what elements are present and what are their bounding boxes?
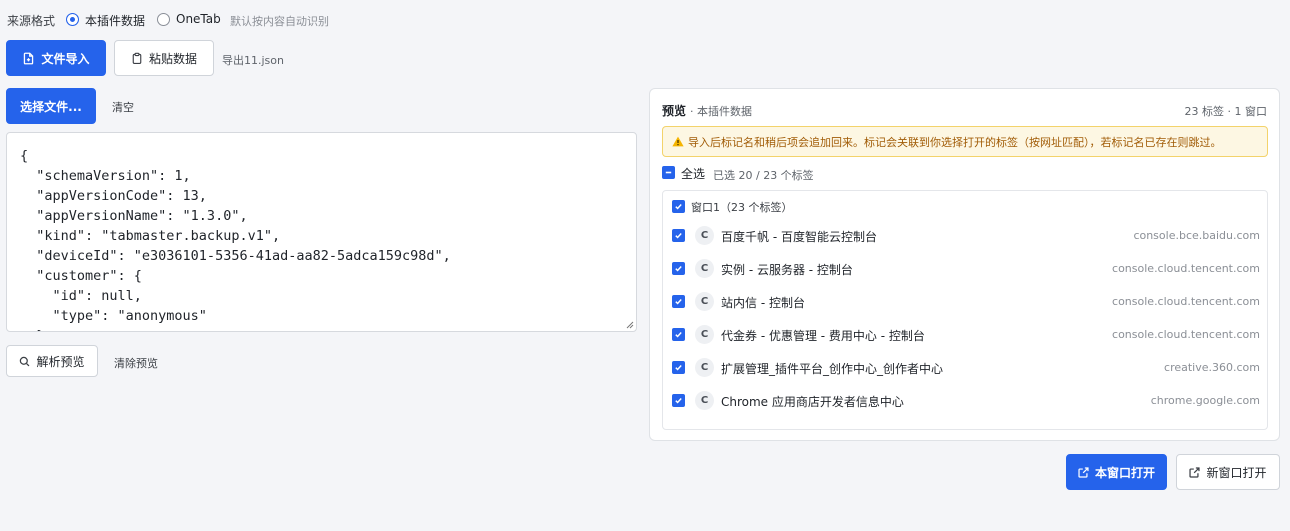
tab-domain: console.cloud.tencent.com <box>1112 328 1260 341</box>
tab-domain: console.cloud.tencent.com <box>1112 262 1260 275</box>
clear-button[interactable]: 清空 <box>112 99 134 115</box>
tab-checkbox[interactable] <box>672 229 685 242</box>
source-format-label: 来源格式 <box>7 14 56 28</box>
resize-grip-icon[interactable] <box>626 321 634 329</box>
tab-row[interactable]: C 代金券 - 优惠管理 - 费用中心 - 控制台 console.cloud.te… <box>663 318 1267 351</box>
tab-row[interactable]: C 百度千帆 - 百度智能云控制台 console.bce.baidu.com <box>663 219 1267 252</box>
open-in-new-window-button[interactable]: 新窗口打开 <box>1176 454 1280 490</box>
source-format-hint: 默认按内容自动识别 <box>230 15 329 28</box>
selected-count: 已选 20 / 23 个标签 <box>713 169 814 182</box>
favicon-icon: C <box>695 358 714 377</box>
file-import-label: 文件导入 <box>41 51 90 66</box>
favicon-icon: C <box>695 226 714 245</box>
preview-title: 预览 <box>662 104 687 118</box>
external-link-icon <box>1078 466 1089 478</box>
radio-plugin-data[interactable] <box>66 13 79 26</box>
favicon-icon: C <box>695 391 714 410</box>
clear-preview-button[interactable]: 清除预览 <box>114 355 158 371</box>
window-label: 窗口1（23 个标签） <box>691 201 793 214</box>
check-icon <box>675 266 682 272</box>
parse-preview-label: 解析预览 <box>36 354 85 369</box>
favicon-icon: C <box>695 259 714 278</box>
paste-data-button[interactable]: 粘贴数据 <box>114 40 214 76</box>
preview-panel: 预览 · 本插件数据 23 标签 · 1 窗口 导入后标记名和稍后项会追加回来。… <box>649 88 1280 441</box>
choose-file-button[interactable]: 选择文件... <box>6 88 96 124</box>
preview-counts: 23 标签 · 1 窗口 <box>1184 105 1267 118</box>
tab-row[interactable]: C 站内信 - 控制台 console.cloud.tencent.com <box>663 285 1267 318</box>
tab-domain: chrome.google.com <box>1150 394 1260 407</box>
preview-subtitle: · 本插件数据 <box>690 105 752 118</box>
tab-title: 站内信 - 控制台 <box>721 296 805 310</box>
tab-checkbox[interactable] <box>672 295 685 308</box>
warning-icon <box>672 136 684 147</box>
tab-title: 扩展管理_插件平台_创作中心_创作者中心 <box>721 362 944 376</box>
tab-row[interactable]: C 实例 - 云服务器 - 控制台 console.cloud.tencent.co… <box>663 252 1267 285</box>
radio-onetab-label[interactable]: OneTab <box>176 12 221 26</box>
favicon-icon: C <box>695 325 714 344</box>
tab-checkbox[interactable] <box>672 262 685 275</box>
window-checkbox[interactable] <box>672 200 685 213</box>
clipboard-icon <box>132 52 142 64</box>
tab-domain: console.cloud.tencent.com <box>1112 295 1260 308</box>
radio-onetab[interactable] <box>157 13 170 26</box>
check-icon <box>675 204 682 210</box>
select-all-label[interactable]: 全选 <box>681 165 705 182</box>
file-import-button[interactable]: 文件导入 <box>6 40 106 76</box>
open-in-new-window-label: 新窗口打开 <box>1206 465 1267 480</box>
open-in-current-window-button[interactable]: 本窗口打开 <box>1066 454 1167 490</box>
check-icon <box>675 332 682 338</box>
json-text: { "schemaVersion": 1, "appVersionCode": … <box>20 148 451 331</box>
parse-preview-button[interactable]: 解析预览 <box>6 345 98 377</box>
export-filename: 导出11.json <box>222 54 284 67</box>
tab-list[interactable]: 窗口1（23 个标签） C 百度千帆 - 百度智能云控制台 console.bce.… <box>662 190 1268 430</box>
tab-row[interactable]: C 扩展管理_插件平台_创作中心_创作者中心 creative.360.com <box>663 351 1267 384</box>
tab-checkbox[interactable] <box>672 394 685 407</box>
check-icon <box>675 299 682 305</box>
tab-domain: console.bce.baidu.com <box>1133 229 1260 242</box>
minus-icon <box>665 171 672 174</box>
external-link-icon <box>1189 466 1201 478</box>
search-icon <box>20 356 30 366</box>
tab-row[interactable]: C Chrome 应用商店开发者信息中心 chrome.google.com <box>663 384 1267 417</box>
radio-plugin-data-label[interactable]: 本插件数据 <box>85 12 145 29</box>
tab-checkbox[interactable] <box>672 328 685 341</box>
open-in-current-window-label: 本窗口打开 <box>1094 465 1155 480</box>
tab-checkbox[interactable] <box>672 361 685 374</box>
select-all-checkbox[interactable] <box>662 166 675 179</box>
tab-title: 代金券 - 优惠管理 - 费用中心 - 控制台 <box>721 329 925 343</box>
warning-text: 导入后标记名和稍后项会追加回来。标记会关联到你选择打开的标签（按网址匹配），若标… <box>688 135 1222 149</box>
tab-title: 实例 - 云服务器 - 控制台 <box>721 263 853 277</box>
favicon-icon: C <box>695 292 714 311</box>
json-textarea[interactable]: { "schemaVersion": 1, "appVersionCode": … <box>6 132 637 332</box>
paste-data-label: 粘贴数据 <box>148 51 197 66</box>
tab-domain: creative.360.com <box>1164 361 1260 374</box>
file-plus-icon <box>24 52 34 64</box>
check-icon <box>675 365 682 371</box>
warning-banner: 导入后标记名和稍后项会追加回来。标记会关联到你选择打开的标签（按网址匹配），若标… <box>662 126 1268 157</box>
check-icon <box>675 233 682 239</box>
tab-title: Chrome 应用商店开发者信息中心 <box>721 395 904 409</box>
check-icon <box>675 398 682 404</box>
tab-title: 百度千帆 - 百度智能云控制台 <box>721 230 877 244</box>
